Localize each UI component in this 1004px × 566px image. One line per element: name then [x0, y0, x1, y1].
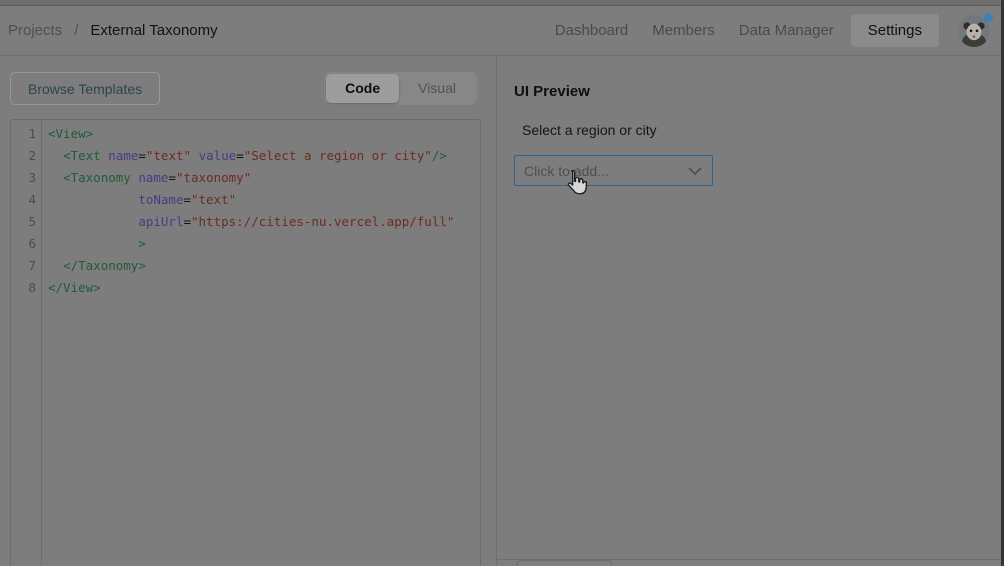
code-line[interactable]: <Text name="text" value="Select a region…	[48, 145, 480, 167]
labeling-config-panel: Browse Templates Code Visual 12345678 <V…	[0, 56, 497, 566]
notification-dot	[984, 13, 993, 22]
chevron-down-icon	[688, 167, 702, 176]
dropdown-placeholder: Click to add...	[515, 163, 609, 179]
breadcrumb-current-project: External Taxonomy	[90, 22, 217, 39]
line-number: 2	[11, 145, 36, 167]
preview-title: UI Preview	[514, 83, 1004, 100]
app-screen: Projects / External Taxonomy DashboardMe…	[0, 0, 1004, 566]
line-number: 5	[11, 211, 36, 233]
line-number: 6	[11, 233, 36, 255]
code-line[interactable]: apiUrl="https://cities-nu.vercel.app/ful…	[48, 211, 480, 233]
code-line[interactable]: toName="text"	[48, 189, 480, 211]
line-number: 8	[11, 277, 36, 299]
code-visual-toggle: Code Visual	[324, 72, 477, 105]
preview-task-text: Select a region or city	[522, 122, 1004, 138]
cut-off-element	[517, 560, 612, 566]
code-line[interactable]: </Taxonomy>	[48, 255, 480, 277]
browse-templates-button[interactable]: Browse Templates	[10, 72, 160, 105]
line-number: 4	[11, 189, 36, 211]
breadcrumb-separator: /	[74, 22, 78, 39]
editor-code[interactable]: <View> <Text name="text" value="Select a…	[42, 120, 480, 566]
settings-content: Browse Templates Code Visual 12345678 <V…	[0, 56, 1004, 566]
breadcrumb: Projects / External Taxonomy	[8, 22, 218, 39]
nav-item-members[interactable]: Members	[640, 14, 727, 47]
user-avatar[interactable]	[958, 15, 990, 47]
nav-item-data-manager[interactable]: Data Manager	[727, 14, 846, 47]
editor-gutter: 12345678	[11, 120, 42, 566]
ui-preview-panel: UI Preview Select a region or city Click…	[497, 56, 1004, 566]
line-number: 3	[11, 167, 36, 189]
code-editor[interactable]: 12345678 <View> <Text name="text" value=…	[10, 119, 481, 566]
top-nav: DashboardMembersData ManagerSettings	[543, 14, 939, 47]
nav-item-settings[interactable]: Settings	[851, 14, 939, 47]
toggle-option-code[interactable]: Code	[326, 74, 399, 103]
line-number: 1	[11, 123, 36, 145]
taxonomy-dropdown[interactable]: Click to add...	[514, 155, 713, 186]
code-line[interactable]: >	[48, 233, 480, 255]
breadcrumb-projects-link[interactable]: Projects	[8, 22, 62, 39]
nav-item-dashboard[interactable]: Dashboard	[543, 14, 640, 47]
code-line[interactable]: <Taxonomy name="taxonomy"	[48, 167, 480, 189]
code-line[interactable]: <View>	[48, 123, 480, 145]
config-toolbar: Browse Templates Code Visual	[0, 56, 496, 105]
menubar: Projects / External Taxonomy DashboardMe…	[0, 6, 1004, 56]
code-line[interactable]: </View>	[48, 277, 480, 299]
toggle-option-visual[interactable]: Visual	[399, 74, 475, 103]
line-number: 7	[11, 255, 36, 277]
